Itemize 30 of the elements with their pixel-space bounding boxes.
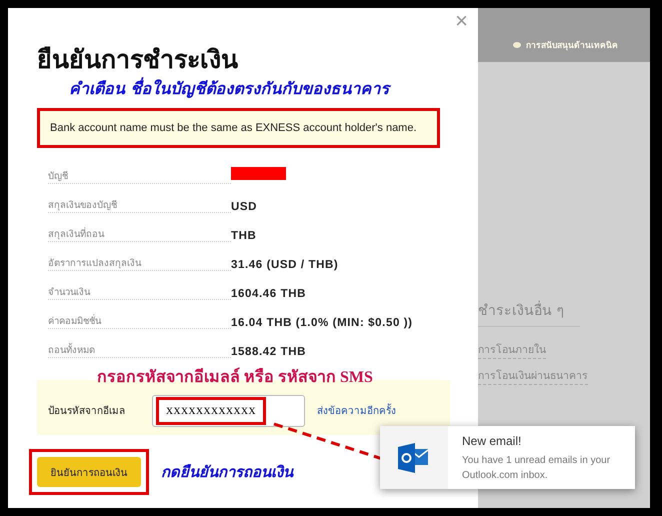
detail-value: 31.46 (USD / THB) (231, 259, 338, 271)
payment-link[interactable]: การโอนภายใน (478, 341, 546, 359)
detail-value: THB (231, 230, 256, 242)
code-input-field[interactable]: xxxxxxxxxxxx (152, 394, 305, 426)
detail-label: สกุลเงินที่ถอน (48, 226, 231, 242)
close-button[interactable]: × (451, 10, 472, 32)
detail-value: 16.04 THB (1.0% (MIN: $0.50 )) (231, 317, 413, 329)
confirm-button[interactable]: ยินยันการถอนเงิน (37, 457, 141, 487)
redaction-bar (231, 167, 286, 180)
annotation-text: กรอกรหัสจากอีเมลล์ หรือ รหัสจาก SMS (97, 366, 373, 388)
annotation-text: คำเตือน ชื่อในบัญชีต้องตรงกันกับของธนาคาร (69, 78, 392, 100)
resend-link[interactable]: ส่งข้อความอีกครั้ง (317, 403, 396, 418)
detail-label: อัตราการแปลงสกุลเงิน (48, 255, 231, 271)
dialog-title: ยืนยันการชำระเงิน (37, 44, 239, 76)
detail-label: จำนวนเงิน (48, 284, 231, 300)
detail-label: ถอนทั้งหมด (48, 342, 231, 358)
detail-value: USD (231, 201, 258, 213)
support-link[interactable]: การสนับสนุนด้านเทคนิค (526, 38, 618, 52)
annotation-text: กดยืนยันการถอนเงิน (161, 462, 293, 483)
mail-app-icon (398, 442, 430, 472)
detail-label: สกุลเงินของบัญชี (48, 197, 231, 213)
notification-title: New email! (462, 434, 522, 448)
section-heading: ชำระเงินอื่น ๆ (478, 299, 580, 327)
notice-banner: Bank account name must be the same as EXNESS account holder's name. (37, 108, 440, 148)
payment-link[interactable]: การโอนเงินผ่านธนาคาร (478, 367, 588, 385)
detail-value: 1588.42 THB (231, 346, 306, 358)
detail-label: ค่าคอมมิชชั่น (48, 313, 231, 329)
notification-message: You have 1 unread emails in your Outlook.com inbox. (462, 454, 612, 483)
detail-value: 1604.46 THB (231, 288, 306, 300)
field-label: ป้อนรหัสจากอีเมล (48, 404, 126, 418)
